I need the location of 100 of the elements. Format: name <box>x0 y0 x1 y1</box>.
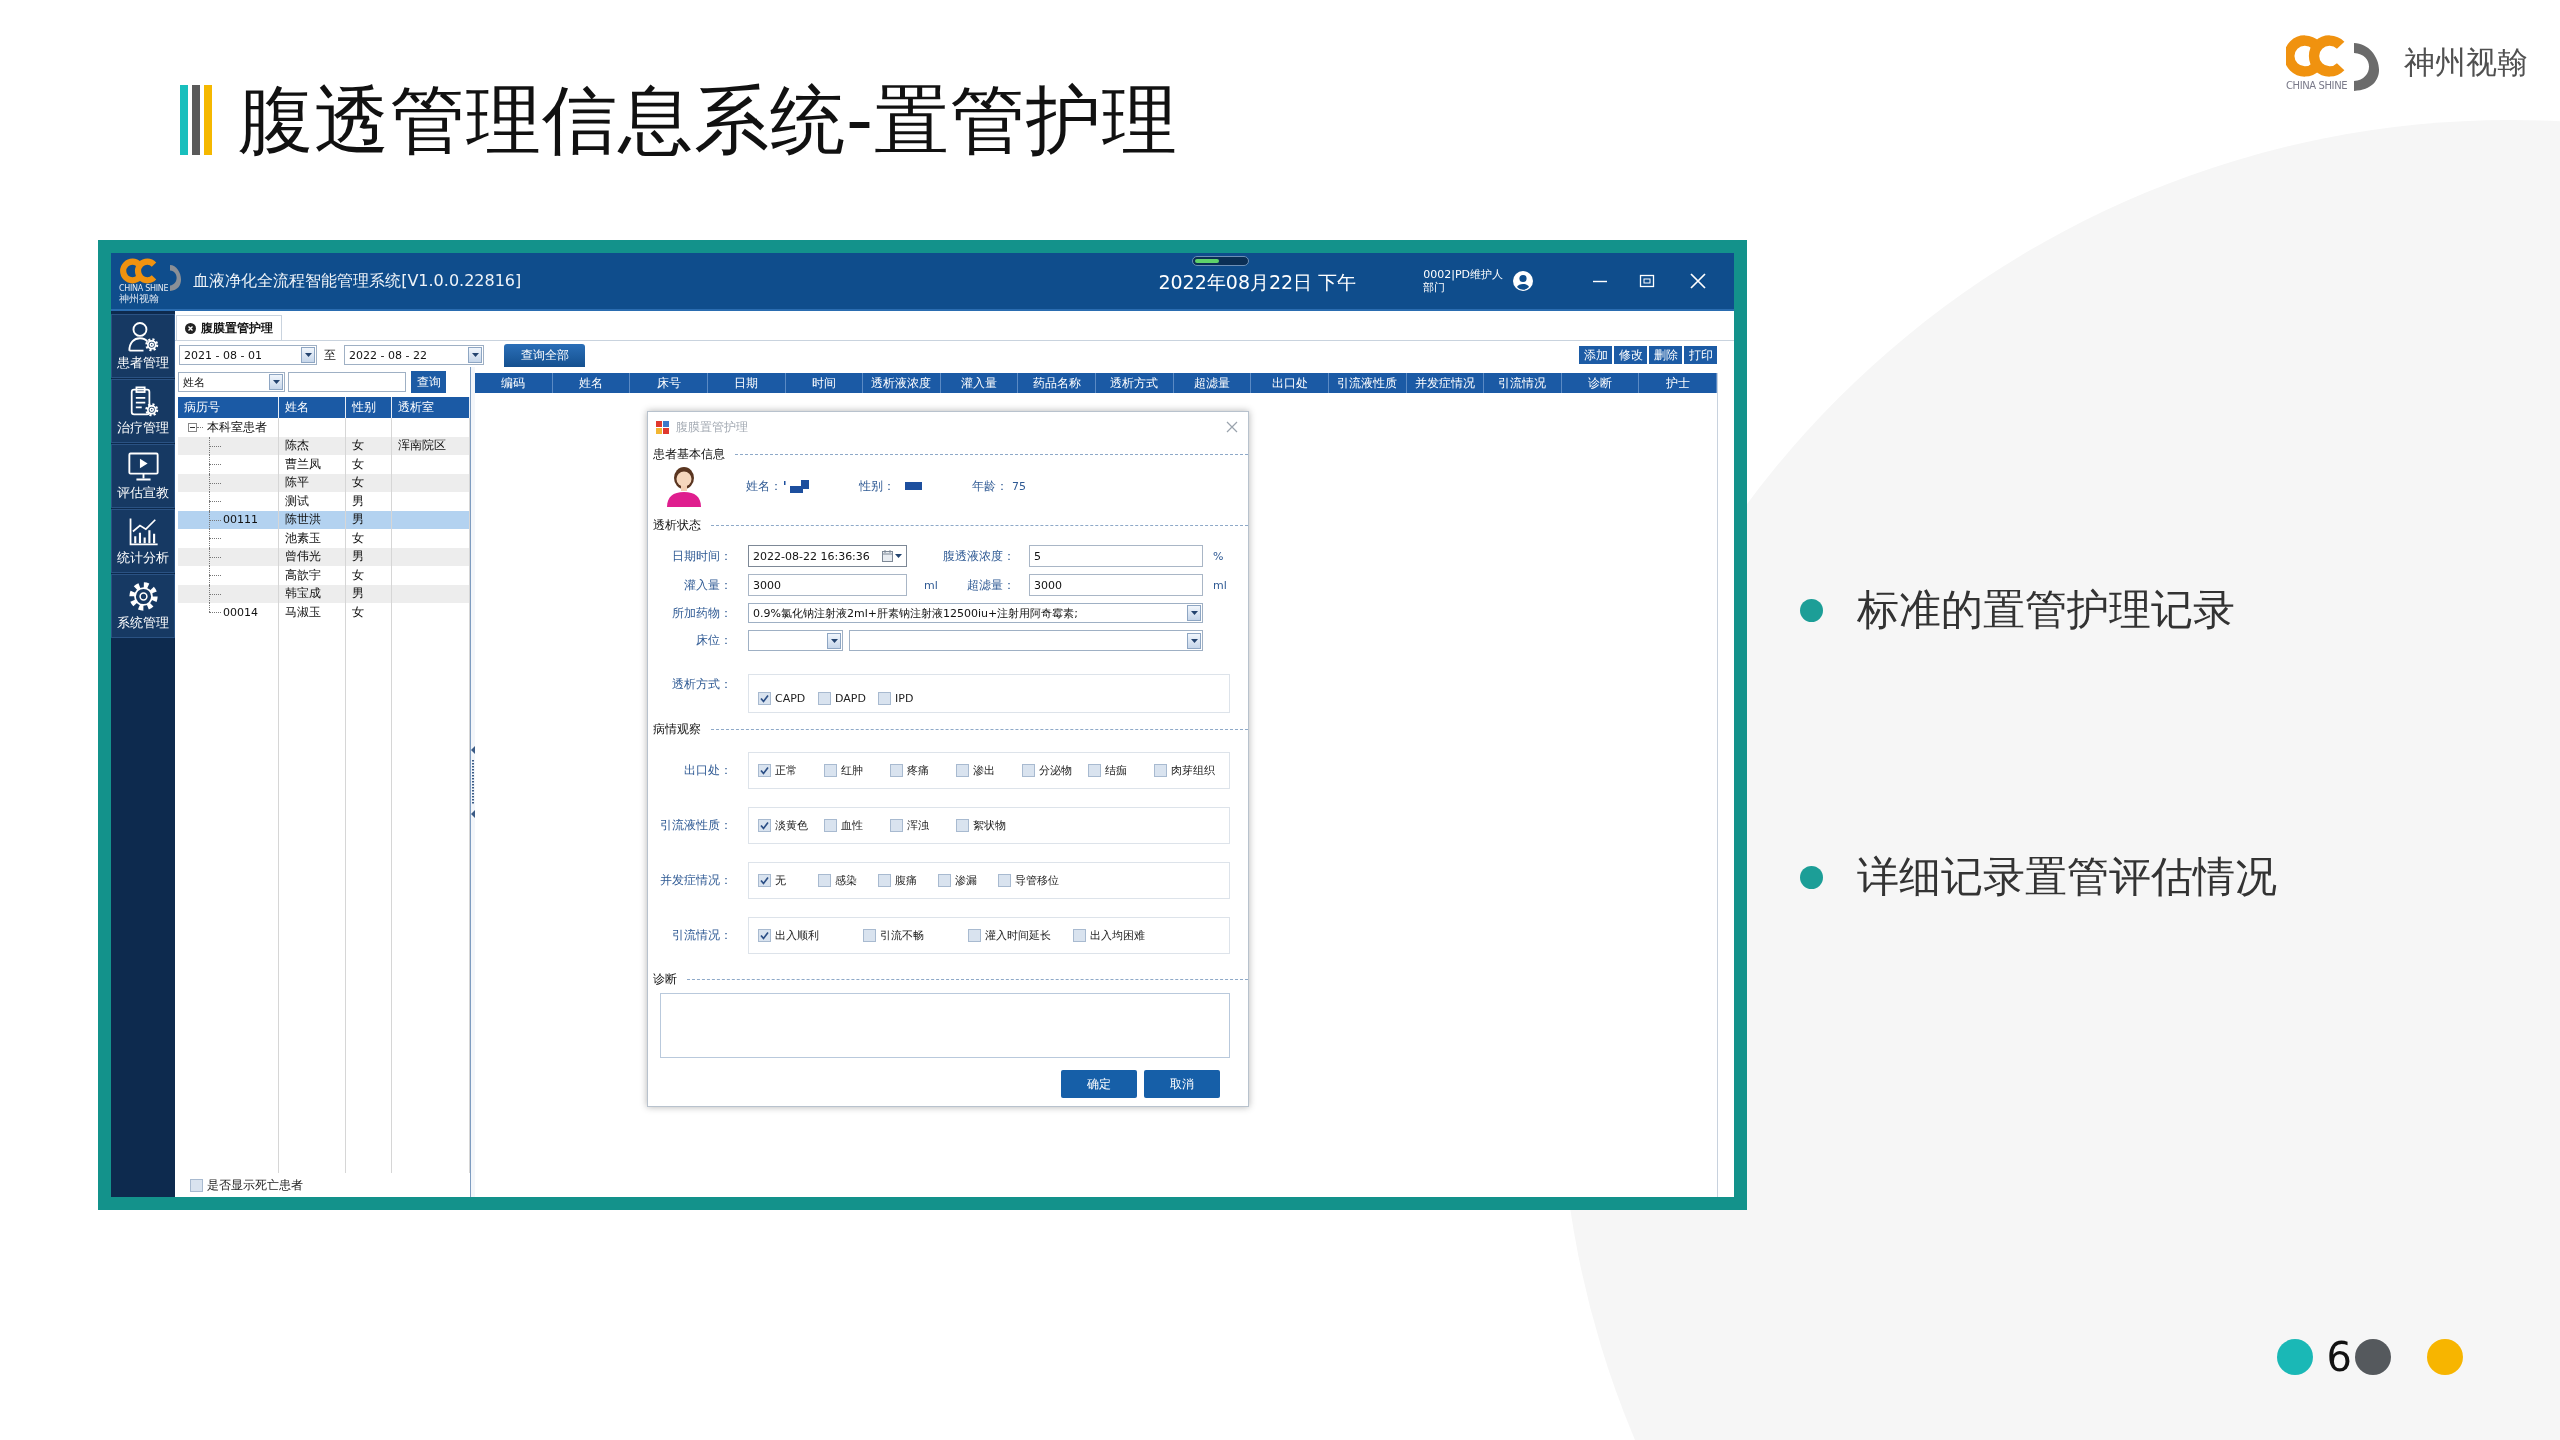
checkbox-option[interactable]: 结痂 <box>1088 763 1154 778</box>
sidebar-item[interactable]: 统计分析 <box>111 509 175 573</box>
tree-group-label[interactable]: 本科室患者 <box>207 418 267 436</box>
sidebar-item[interactable]: 患者管理 <box>111 314 175 378</box>
dropdown-field[interactable]: 0.9%氯化钠注射液2ml+肝素钠注射液12500iu+注射用阿奇霉素; <box>748 603 1203 623</box>
checkbox-option[interactable]: 引流不畅 <box>863 928 968 943</box>
sidebar-item[interactable]: 系统管理 <box>111 574 175 638</box>
toolbar-button[interactable]: 添加 <box>1578 345 1613 365</box>
page-dot-icon <box>2427 1339 2463 1375</box>
checkbox-option[interactable]: 出入均困难 <box>1073 928 1145 943</box>
checkbox-icon[interactable] <box>998 874 1011 887</box>
checkbox-icon[interactable] <box>1022 764 1035 777</box>
sidebar-item[interactable]: 治疗管理 <box>111 379 175 443</box>
checkbox-icon[interactable] <box>863 929 876 942</box>
checkbox-option[interactable]: 肉芽组织 <box>1154 763 1215 778</box>
checkbox-option[interactable]: 血性 <box>824 818 890 833</box>
patient-row[interactable]: 韩宝成 男 <box>178 584 470 603</box>
checkbox-option[interactable]: 渗漏 <box>938 873 998 888</box>
checkbox-option[interactable]: 分泌物 <box>1022 763 1088 778</box>
checkbox-icon[interactable] <box>824 764 837 777</box>
checkbox-icon[interactable] <box>878 692 891 705</box>
page-dot-icon <box>2276 1339 2313 1375</box>
dropdown-button[interactable] <box>301 347 315 363</box>
dialog-button[interactable]: 确定 <box>1061 1070 1137 1098</box>
checkbox-option[interactable]: 疼痛 <box>890 763 956 778</box>
checkbox-option[interactable]: 无 <box>758 873 818 888</box>
toolbar-button[interactable]: 修改 <box>1613 345 1648 365</box>
toolbar-button[interactable]: 删除 <box>1648 345 1683 365</box>
checkbox-option[interactable]: 腹痛 <box>878 873 938 888</box>
dropdown-button[interactable] <box>1187 632 1201 649</box>
checkbox-icon[interactable] <box>818 692 831 705</box>
restore-icon[interactable] <box>1638 272 1656 290</box>
checkbox-option[interactable]: 淡黄色 <box>758 818 824 833</box>
checkbox-option[interactable]: DAPD <box>818 692 878 705</box>
search-button[interactable]: 查询 <box>411 371 446 393</box>
dropdown-button[interactable] <box>827 632 841 649</box>
user-avatar-icon[interactable] <box>1513 271 1533 291</box>
dropdown-button[interactable] <box>1187 605 1201 621</box>
checkbox-icon[interactable] <box>938 874 951 887</box>
field-label: 姓名： <box>746 477 782 495</box>
checkbox-icon[interactable] <box>1088 764 1101 777</box>
text-field[interactable]: 5 <box>1029 545 1203 567</box>
checkbox-option[interactable]: 渗出 <box>956 763 1022 778</box>
text-field[interactable]: 3000 <box>1029 574 1203 596</box>
checkbox-option[interactable]: 导管移位 <box>998 873 1059 888</box>
patient-id: 00111 <box>223 513 258 527</box>
checkbox-icon[interactable] <box>1154 764 1167 777</box>
checkbox-icon[interactable] <box>190 1178 203 1192</box>
dialog-button[interactable]: 取消 <box>1144 1070 1220 1098</box>
query-all-button[interactable]: 查询全部 <box>504 343 585 367</box>
patient-row[interactable]: 00111 陈世洪 男 <box>178 510 470 529</box>
checkbox-icon[interactable] <box>758 874 771 887</box>
search-type-dropdown[interactable]: 姓名 <box>178 372 285 392</box>
patient-row[interactable]: 陈杰 女 浑南院区 <box>178 436 470 455</box>
patient-row[interactable]: 陈平 女 <box>178 473 470 492</box>
dropdown-button[interactable] <box>269 374 283 390</box>
text-field[interactable]: 3000 <box>748 574 907 596</box>
checkbox-option[interactable]: 感染 <box>818 873 878 888</box>
checkbox-icon[interactable] <box>1073 929 1086 942</box>
checkbox-icon[interactable] <box>878 874 891 887</box>
checkbox-option[interactable]: 是否显示死亡患者 <box>190 1176 303 1194</box>
checkbox-option[interactable]: 浑浊 <box>890 818 956 833</box>
checkbox-icon[interactable] <box>956 764 969 777</box>
slide-title: 腹透管理信息系统-置管护理 <box>238 78 1179 162</box>
tab[interactable]: 腹膜置管护理 <box>176 315 282 340</box>
checkbox-icon[interactable] <box>824 819 837 832</box>
field-label: 灌入量： <box>683 576 733 594</box>
datetime-field[interactable]: 2022-08-22 16:36:36 <box>748 545 907 567</box>
patient-id: 00014 <box>223 605 258 619</box>
search-field[interactable] <box>288 372 406 392</box>
calendar-icon[interactable] <box>882 550 893 562</box>
checkbox-icon[interactable] <box>818 874 831 887</box>
checkbox-option[interactable]: 灌入时间延长 <box>968 928 1073 943</box>
checkbox-option[interactable]: 红肿 <box>824 763 890 778</box>
checkbox-icon[interactable] <box>890 764 903 777</box>
sidebar-item[interactable]: 评估宣教 <box>111 444 175 508</box>
checkbox-icon[interactable] <box>890 819 903 832</box>
checkbox-option[interactable]: CAPD <box>758 692 818 705</box>
checkbox-option[interactable]: IPD <box>878 692 914 705</box>
dropdown-button[interactable] <box>468 347 482 363</box>
checkbox-icon[interactable] <box>758 692 771 705</box>
collapse-icon[interactable] <box>188 422 197 432</box>
page-dot-icon <box>2355 1339 2391 1375</box>
date-field[interactable]: 2021 - 08 - 01 <box>179 345 317 365</box>
checkbox-icon[interactable] <box>758 764 771 777</box>
splitter-grip-icon[interactable] <box>471 746 475 818</box>
date-field[interactable]: 2022 - 08 - 22 <box>344 345 484 365</box>
close-icon[interactable] <box>185 322 196 334</box>
checkbox-option[interactable]: 正常 <box>758 763 824 778</box>
diagnosis-field[interactable] <box>660 993 1230 1058</box>
patient-row[interactable]: 曾伟光 男 <box>178 547 470 566</box>
toolbar-button[interactable]: 打印 <box>1683 345 1718 365</box>
checkbox-option[interactable]: 絮状物 <box>956 818 1006 833</box>
checkbox-icon[interactable] <box>956 819 969 832</box>
patient-sex: 女 <box>346 566 392 585</box>
settings-icon <box>126 580 160 613</box>
checkbox-option[interactable]: 出入顺利 <box>758 928 863 943</box>
checkbox-icon[interactable] <box>758 819 771 832</box>
checkbox-icon[interactable] <box>968 929 981 942</box>
checkbox-icon[interactable] <box>758 929 771 942</box>
